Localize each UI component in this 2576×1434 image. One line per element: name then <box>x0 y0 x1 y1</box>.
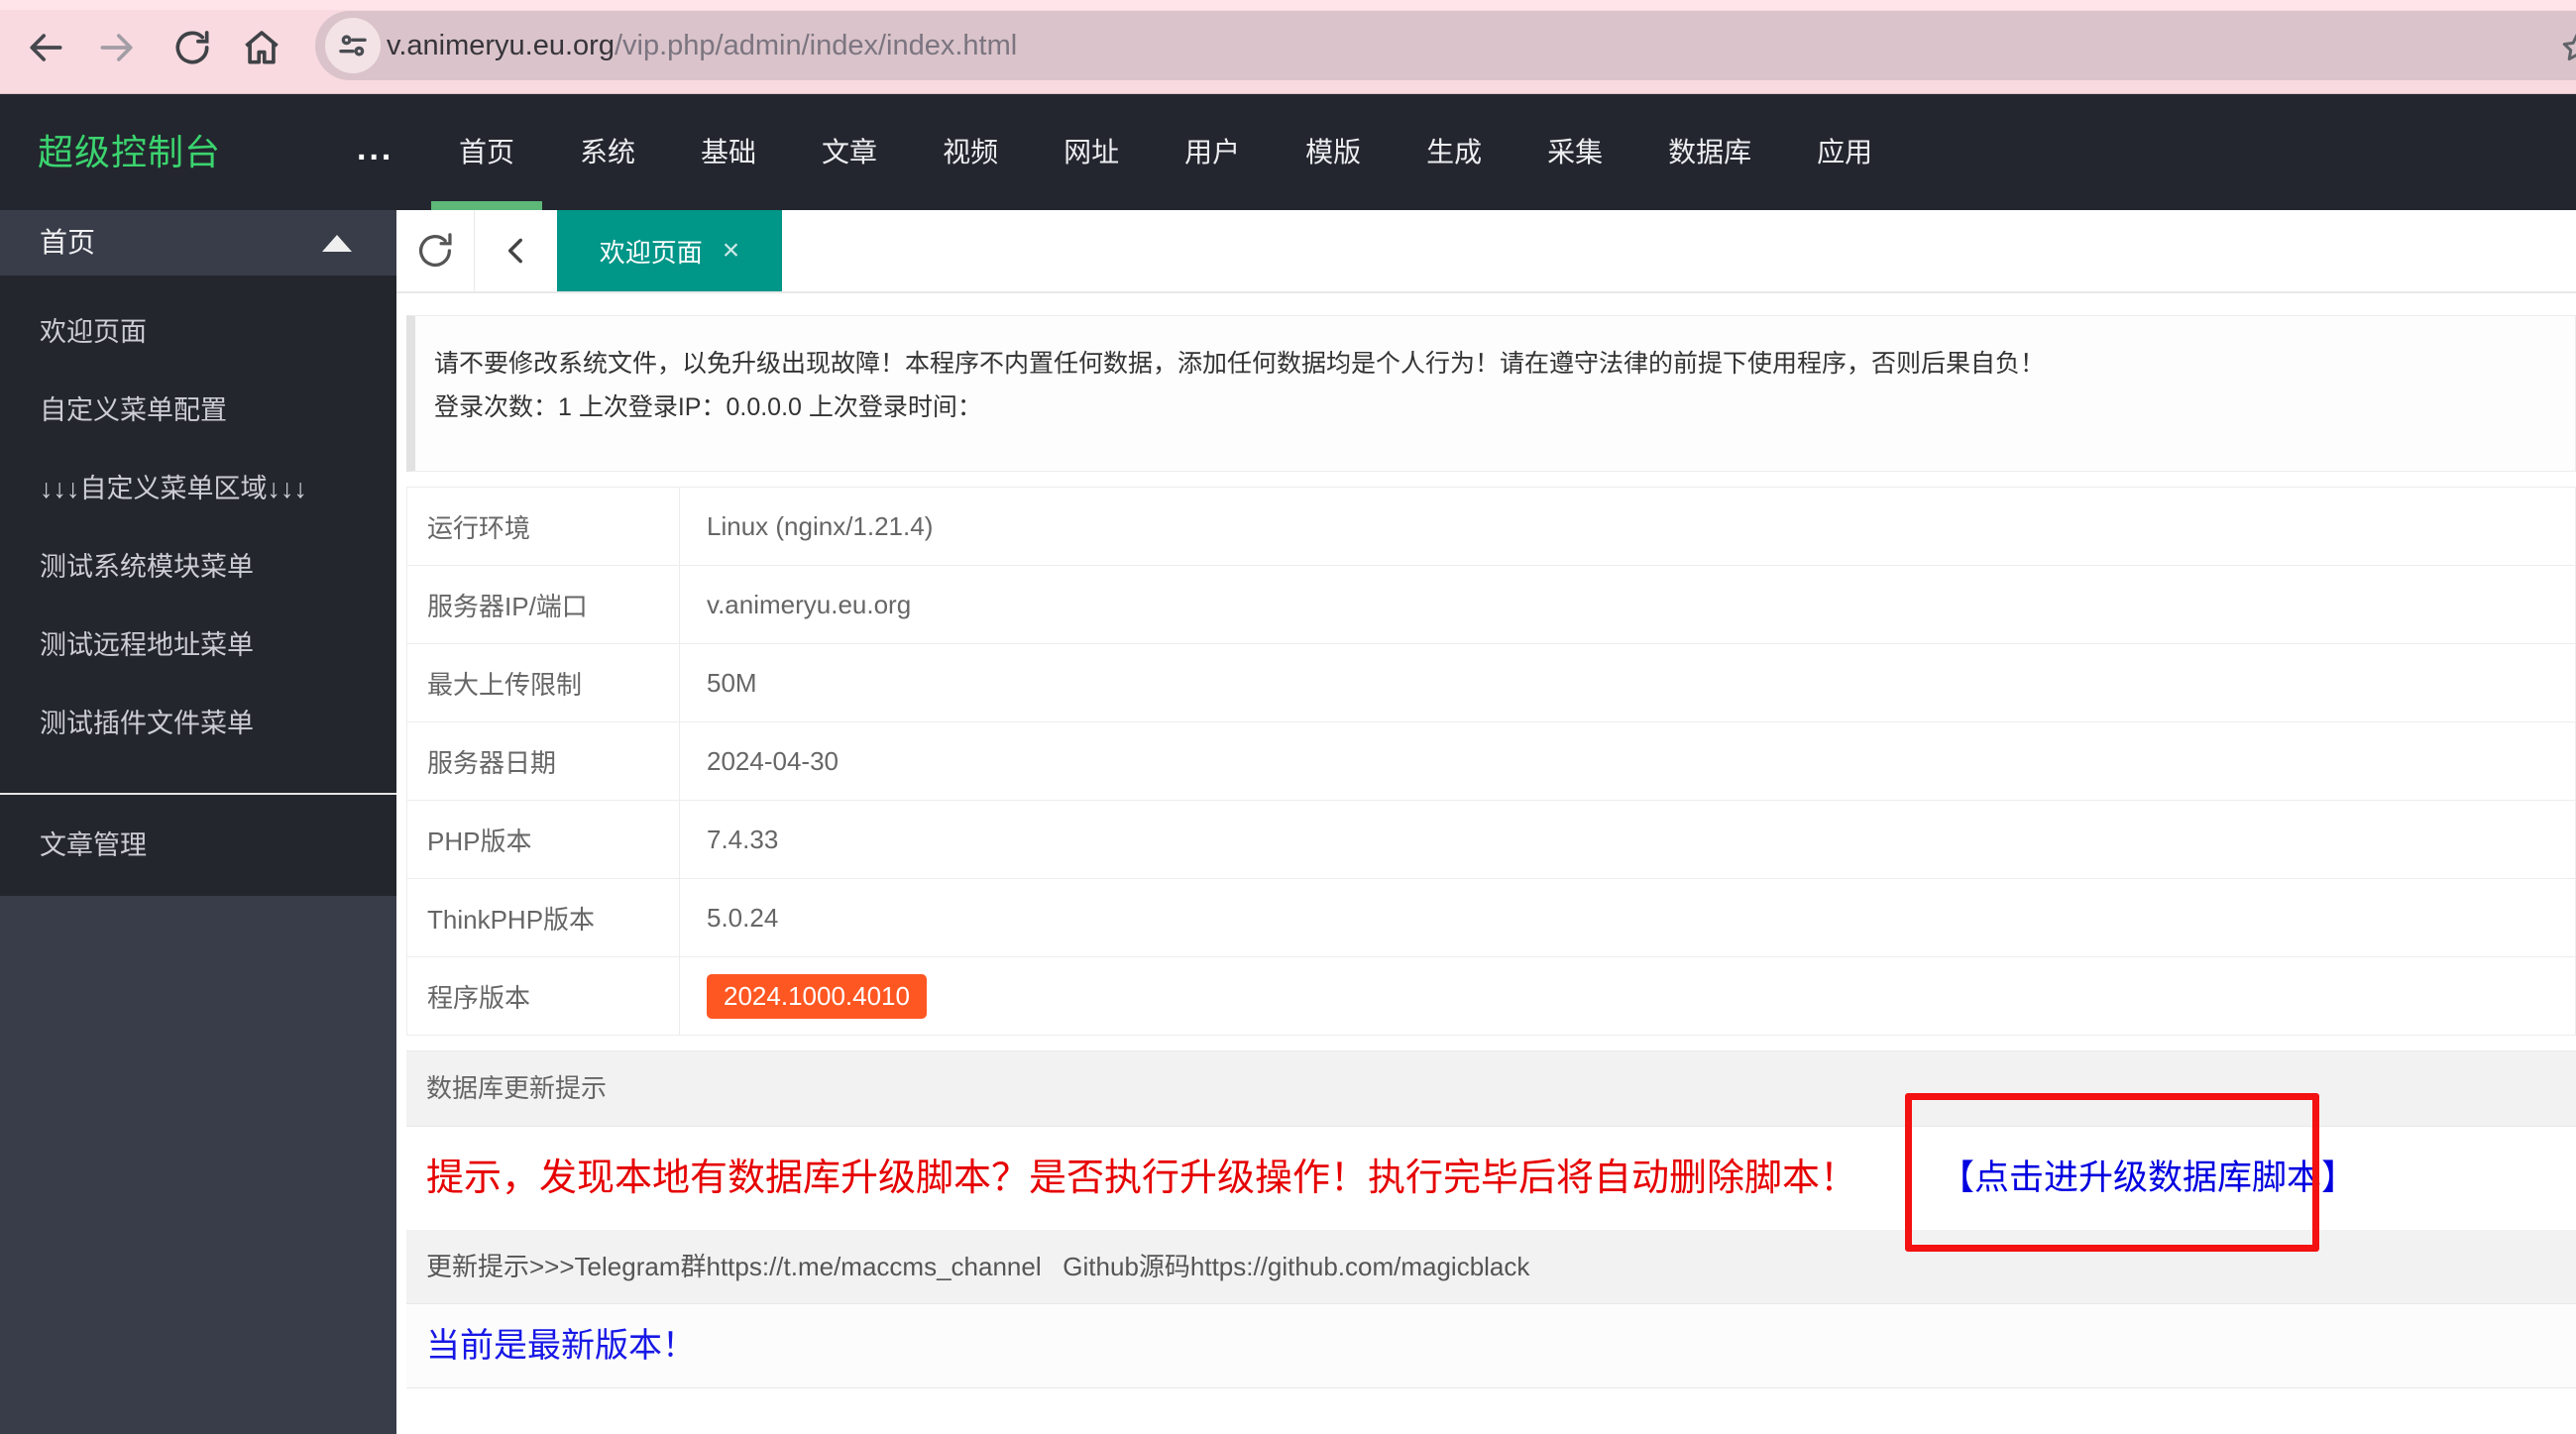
app-logo: 超级控制台 <box>38 94 221 210</box>
table-row-version: 程序版本 2024.1000.4010 <box>407 957 2576 1036</box>
topnav-item-template[interactable]: 模版 <box>1273 94 1394 210</box>
nav-more-icon[interactable]: ... <box>357 94 393 203</box>
row-label: 服务器日期 <box>407 722 680 801</box>
system-notice: 请不要修改系统文件，以免升级出现故障！本程序不内置任何数据，添加任何数据均是个人… <box>406 315 2576 472</box>
db-update-header: 数据库更新提示 <box>406 1050 2576 1127</box>
tab-refresh-icon[interactable] <box>396 210 475 291</box>
tab-scroll-left-icon[interactable] <box>475 210 557 291</box>
window-top-strip <box>0 0 2576 10</box>
table-row: 服务器日期 2024-04-30 <box>407 722 2576 801</box>
topnav-item-basic[interactable]: 基础 <box>668 94 789 210</box>
sidebar: 首页 欢迎页面 自定义菜单配置 ↓↓↓自定义菜单区域↓↓↓ 测试系统模块菜单 测… <box>0 210 396 1434</box>
sidebar-item-test-remote-address[interactable]: 测试远程地址菜单 <box>0 607 396 685</box>
sidebar-item-welcome[interactable]: 欢迎页面 <box>0 293 396 372</box>
row-value: 5.0.24 <box>680 879 2576 957</box>
topnav-item-app[interactable]: 应用 <box>1784 94 1905 210</box>
top-navbar: 超级控制台 ... 首页 系统 基础 文章 视频 网址 用户 模版 生成 采集 … <box>0 94 2576 210</box>
notice-line2: 登录次数：1 上次登录IP：0.0.0.0 上次登录时间： <box>434 386 2555 429</box>
table-row: ThinkPHP版本 5.0.24 <box>407 879 2576 957</box>
version-badge: 2024.1000.4010 <box>707 974 927 1019</box>
table-row: PHP版本 7.4.33 <box>407 801 2576 879</box>
sidebar-section-article[interactable]: 文章管理 <box>0 795 396 896</box>
sidebar-item-test-system-module[interactable]: 测试系统模块菜单 <box>0 528 396 607</box>
url-domain: v.animeryu.eu.org <box>387 30 615 61</box>
notice-line1: 请不要修改系统文件，以免升级出现故障！本程序不内置任何数据，添加任何数据均是个人… <box>434 342 2555 386</box>
sidebar-home-children: 欢迎页面 自定义菜单配置 ↓↓↓自定义菜单区域↓↓↓ 测试系统模块菜单 测试远程… <box>0 276 396 896</box>
collapse-caret-icon <box>322 235 352 252</box>
server-info-table: 运行环境 Linux (nginx/1.21.4) 服务器IP/端口 v.ani… <box>406 487 2576 1036</box>
latest-version-text: 当前是最新版本！ <box>406 1304 2576 1388</box>
tab-welcome[interactable]: 欢迎页面 × <box>557 210 782 291</box>
sidebar-item-test-plugin-file[interactable]: 测试插件文件菜单 <box>0 685 396 763</box>
sidebar-item-custom-menu-config[interactable]: 自定义菜单配置 <box>0 372 396 450</box>
row-label: 运行环境 <box>407 488 680 566</box>
table-row: 最大上传限制 50M <box>407 644 2576 722</box>
sidebar-section-home[interactable]: 首页 <box>0 210 396 276</box>
db-upgrade-warning-text: 提示，发现本地有数据库升级脚本？是否执行升级操作！执行完毕后将自动删除脚本！ <box>426 1158 1857 1199</box>
sidebar-item-custom-menu-area[interactable]: ↓↓↓自定义菜单区域↓↓↓ <box>0 450 396 528</box>
browser-reload-icon[interactable] <box>170 26 214 69</box>
update-hint-line: 更新提示>>>Telegram群https://t.me/maccms_chan… <box>406 1230 2576 1304</box>
row-label: 服务器IP/端口 <box>407 566 680 644</box>
topnav-item-article[interactable]: 文章 <box>789 94 910 210</box>
tab-close-icon[interactable]: × <box>723 236 740 266</box>
topnav-item-user[interactable]: 用户 <box>1152 94 1273 210</box>
row-label: PHP版本 <box>407 801 680 879</box>
main-content: 欢迎页面 × 请不要修改系统文件，以免升级出现故障！本程序不内置任何数据，添加任… <box>396 210 2576 1434</box>
topnav-item-collect[interactable]: 采集 <box>1514 94 1635 210</box>
table-row: 运行环境 Linux (nginx/1.21.4) <box>407 488 2576 566</box>
url-text: v.animeryu.eu.org/vip.php/admin/index/in… <box>387 11 1017 80</box>
sidebar-section-home-label: 首页 <box>40 227 95 258</box>
tab-welcome-label: 欢迎页面 <box>600 233 703 270</box>
row-value: Linux (nginx/1.21.4) <box>680 488 2576 566</box>
tab-toolbar: 欢迎页面 × <box>396 210 2576 293</box>
topnav-item-website[interactable]: 网址 <box>1031 94 1152 210</box>
row-label: 最大上传限制 <box>407 644 680 722</box>
browser-home-icon[interactable] <box>240 26 283 69</box>
db-upgrade-link[interactable]: 【点击进升级数据库脚本】 <box>1940 1127 2356 1230</box>
row-value: 7.4.33 <box>680 801 2576 879</box>
row-label: 程序版本 <box>407 957 680 1036</box>
browser-back-icon[interactable] <box>24 26 67 69</box>
topnav-item-database[interactable]: 数据库 <box>1635 94 1784 210</box>
row-label: ThinkPHP版本 <box>407 879 680 957</box>
site-info-icon[interactable] <box>325 18 381 73</box>
top-menu: 首页 系统 基础 文章 视频 网址 用户 模版 生成 采集 数据库 应用 <box>426 94 1905 210</box>
row-value: 50M <box>680 644 2576 722</box>
bookmark-icon[interactable] <box>2559 30 2576 65</box>
browser-chrome: v.animeryu.eu.org/vip.php/admin/index/in… <box>0 0 2576 94</box>
row-value: v.animeryu.eu.org <box>680 566 2576 644</box>
table-row: 服务器IP/端口 v.animeryu.eu.org <box>407 566 2576 644</box>
browser-forward-icon[interactable] <box>95 26 139 69</box>
topnav-item-home[interactable]: 首页 <box>426 94 547 210</box>
url-bar[interactable]: v.animeryu.eu.org/vip.php/admin/index/in… <box>315 11 2576 80</box>
url-path: /vip.php/admin/index/index.html <box>615 30 1017 61</box>
topnav-item-generate[interactable]: 生成 <box>1394 94 1514 210</box>
db-upgrade-warning-row: 提示，发现本地有数据库升级脚本？是否执行升级操作！执行完毕后将自动删除脚本！ 【… <box>406 1127 2576 1230</box>
topnav-item-system[interactable]: 系统 <box>547 94 668 210</box>
topnav-item-video[interactable]: 视频 <box>910 94 1031 210</box>
row-value: 2024-04-30 <box>680 722 2576 801</box>
